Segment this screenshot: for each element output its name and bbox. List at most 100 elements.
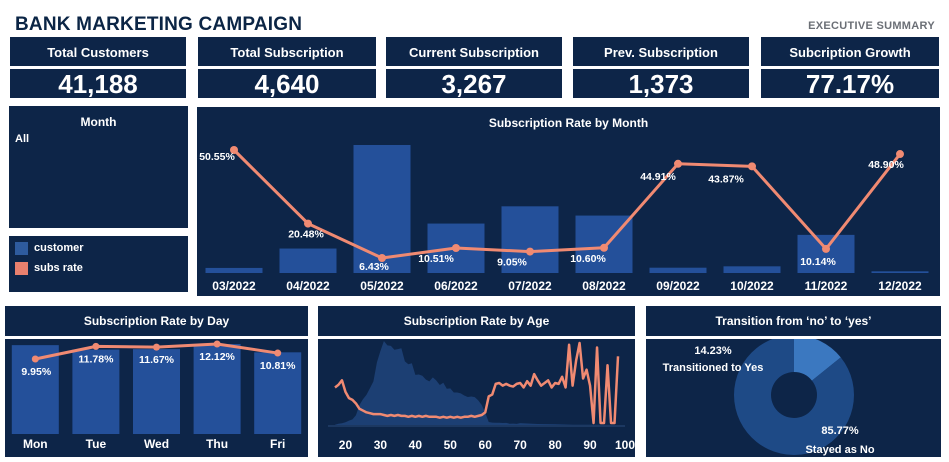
legend: customer subs rate bbox=[9, 236, 188, 292]
dashboard-title: BANK MARKETING CAMPAIGN bbox=[15, 14, 303, 35]
point-subs-rate-month-9 bbox=[896, 150, 904, 159]
chart-day: Mon Tue Wed Thu Fri 9.95% 11.78% 11.67% 12.12% 10… bbox=[11, 340, 302, 451]
legend-swatch-subs-rate bbox=[15, 261, 28, 275]
x-tick-label-day: Mon bbox=[23, 437, 48, 451]
bar-month-1 bbox=[279, 248, 337, 273]
kpi-value-box-total-customers: 41,188 bbox=[10, 69, 186, 99]
data-label-month: 6.43% bbox=[359, 261, 389, 273]
chart-transition: 14.23% Transitioned to Yes 85.77% Stayed as… bbox=[663, 339, 875, 456]
x-tick-label-age: 50 bbox=[444, 438, 458, 452]
kpi-value-box-subscription-growth: 77.17% bbox=[761, 69, 939, 99]
x-tick-label-day: Tue bbox=[86, 437, 107, 451]
data-label-month: 10.60% bbox=[570, 253, 606, 265]
kpi-card-current-subscription: Current Subscription bbox=[386, 37, 562, 66]
chart-title-age: Subscription Rate by Age bbox=[403, 314, 550, 328]
kpi-value-box-current-subscription: 3,267 bbox=[386, 69, 562, 99]
category-label-transition: Stayed as No bbox=[805, 444, 874, 456]
point-subs-rate-day-3 bbox=[213, 340, 221, 348]
x-tick-label-day: Fri bbox=[270, 437, 285, 451]
legend-label: subs rate bbox=[34, 262, 83, 274]
chart-title-transition: Transition from ‘no’ to ‘yes’ bbox=[715, 314, 872, 328]
x-tick-label-age: 70 bbox=[513, 438, 527, 452]
point-subs-rate-day-0 bbox=[31, 355, 39, 363]
point-subs-rate-month-4 bbox=[526, 247, 534, 256]
legend-label: customer bbox=[34, 242, 84, 254]
kpi-card-total-subscription: Total Subscription bbox=[198, 37, 376, 66]
kpi-label: Current Subscription bbox=[408, 45, 539, 60]
point-subs-rate-month-8 bbox=[822, 244, 830, 253]
kpi-value-box-prev-subscription: 1,373 bbox=[573, 69, 749, 99]
chart-body-age: 20 30 40 50 60 70 80 90 100 bbox=[318, 339, 635, 457]
kpi-card-subscription-growth: Subcription Growth bbox=[761, 37, 939, 66]
kpi-value: 3,267 bbox=[441, 69, 507, 99]
x-tick-label-month: 05/2022 bbox=[360, 279, 404, 293]
data-label-transition: 85.77% bbox=[821, 425, 859, 437]
kpi-label: Prev. Subscription bbox=[604, 45, 718, 60]
area-customer-age bbox=[334, 341, 619, 425]
month-filter-value[interactable]: All bbox=[15, 133, 29, 145]
chart-title-month: Subscription Rate by Month bbox=[488, 116, 649, 130]
x-tick-label-age: 80 bbox=[548, 438, 562, 452]
dashboard-subtitle: EXECUTIVE SUMMARY bbox=[808, 20, 935, 32]
legend-swatch-customer bbox=[15, 241, 28, 255]
chart-panel-day: Subscription Rate by Day bbox=[5, 306, 308, 336]
data-label-month: 50.55% bbox=[199, 151, 235, 163]
kpi-label: Subcription Growth bbox=[789, 45, 911, 60]
month-filter[interactable]: Month All bbox=[9, 106, 188, 228]
data-label-month: 20.48% bbox=[288, 229, 324, 241]
point-subs-rate-day-1 bbox=[92, 342, 100, 350]
point-subs-rate-month-5 bbox=[600, 243, 608, 252]
chart-month: 03/2022 04/2022 05/2022 06/2022 07/2022 08/20… bbox=[199, 145, 929, 293]
x-tick-label-age: 30 bbox=[374, 438, 388, 452]
bar-month-7 bbox=[723, 266, 781, 273]
kpi-value-box-total-subscription: 4,640 bbox=[198, 69, 376, 99]
x-tick-label-month: 06/2022 bbox=[434, 279, 478, 293]
data-label-transition: 14.23% bbox=[694, 345, 732, 357]
point-subs-rate-month-7 bbox=[748, 162, 756, 171]
chart-age: 20 30 40 50 60 70 80 90 100 bbox=[328, 341, 635, 452]
x-tick-label-month: 08/2022 bbox=[582, 279, 626, 293]
x-tick-label-month: 10/2022 bbox=[730, 279, 774, 293]
x-tick-label-age: 60 bbox=[479, 438, 493, 452]
chart-title-day: Subscription Rate by Day bbox=[83, 314, 230, 328]
chart-panel-transition: Transition from ‘no’ to ‘yes’ bbox=[646, 306, 941, 336]
x-tick-label-age: 20 bbox=[339, 438, 353, 452]
point-subs-rate-month-3 bbox=[452, 244, 460, 253]
x-tick-label-day: Thu bbox=[206, 437, 228, 451]
kpi-label: Total Subscription bbox=[230, 45, 344, 60]
kpi-value: 77.17% bbox=[805, 69, 895, 99]
kpi-card-prev-subscription: Prev. Subscription bbox=[573, 37, 749, 66]
data-label-month: 44.91% bbox=[640, 171, 676, 183]
data-label-day: 11.78% bbox=[78, 353, 114, 365]
legend-item-customer[interactable]: customer bbox=[15, 241, 84, 255]
data-label-day: 10.81% bbox=[260, 360, 296, 372]
data-label-day: 11.67% bbox=[139, 354, 175, 366]
data-label-day: 12.12% bbox=[199, 351, 235, 363]
kpi-card-total-customers: Total Customers bbox=[10, 37, 186, 66]
chart-panel-month: Subscription Rate by Month bbox=[197, 107, 940, 138]
category-label-transition: Transitioned to Yes bbox=[663, 362, 764, 374]
data-label-month: 48.90% bbox=[868, 159, 904, 171]
chart-panel-age: Subscription Rate by Age bbox=[318, 306, 635, 336]
chart-body-day: Mon Tue Wed Thu Fri 9.95% 11.78% 11.67% 12.12% 10… bbox=[5, 339, 308, 457]
point-subs-rate-day-4 bbox=[274, 349, 282, 357]
x-tick-label-month: 03/2022 bbox=[212, 279, 256, 293]
data-label-month: 10.51% bbox=[418, 253, 454, 265]
kpi-value: 4,640 bbox=[254, 69, 320, 99]
legend-item-subs-rate[interactable]: subs rate bbox=[15, 261, 83, 275]
bar-month-9 bbox=[871, 271, 929, 273]
x-tick-label-age: 40 bbox=[409, 438, 423, 452]
x-tick-label-day: Wed bbox=[144, 437, 169, 451]
x-tick-label-age: 90 bbox=[583, 438, 597, 452]
point-subs-rate-month-1 bbox=[304, 219, 312, 228]
point-subs-rate-day-2 bbox=[153, 343, 160, 351]
kpi-value: 41,188 bbox=[58, 69, 138, 99]
point-subs-rate-month-6 bbox=[674, 159, 682, 168]
bar-month-6 bbox=[649, 267, 707, 273]
data-label-month: 43.87% bbox=[708, 173, 744, 185]
x-tick-label-month: 07/2022 bbox=[508, 279, 552, 293]
bar-month-0 bbox=[205, 267, 263, 273]
chart-body-month: 03/2022 04/2022 05/2022 06/2022 07/2022 08/20… bbox=[197, 138, 940, 296]
x-tick-label-month: 12/2022 bbox=[878, 279, 922, 293]
x-tick-label-month: 04/2022 bbox=[286, 279, 330, 293]
